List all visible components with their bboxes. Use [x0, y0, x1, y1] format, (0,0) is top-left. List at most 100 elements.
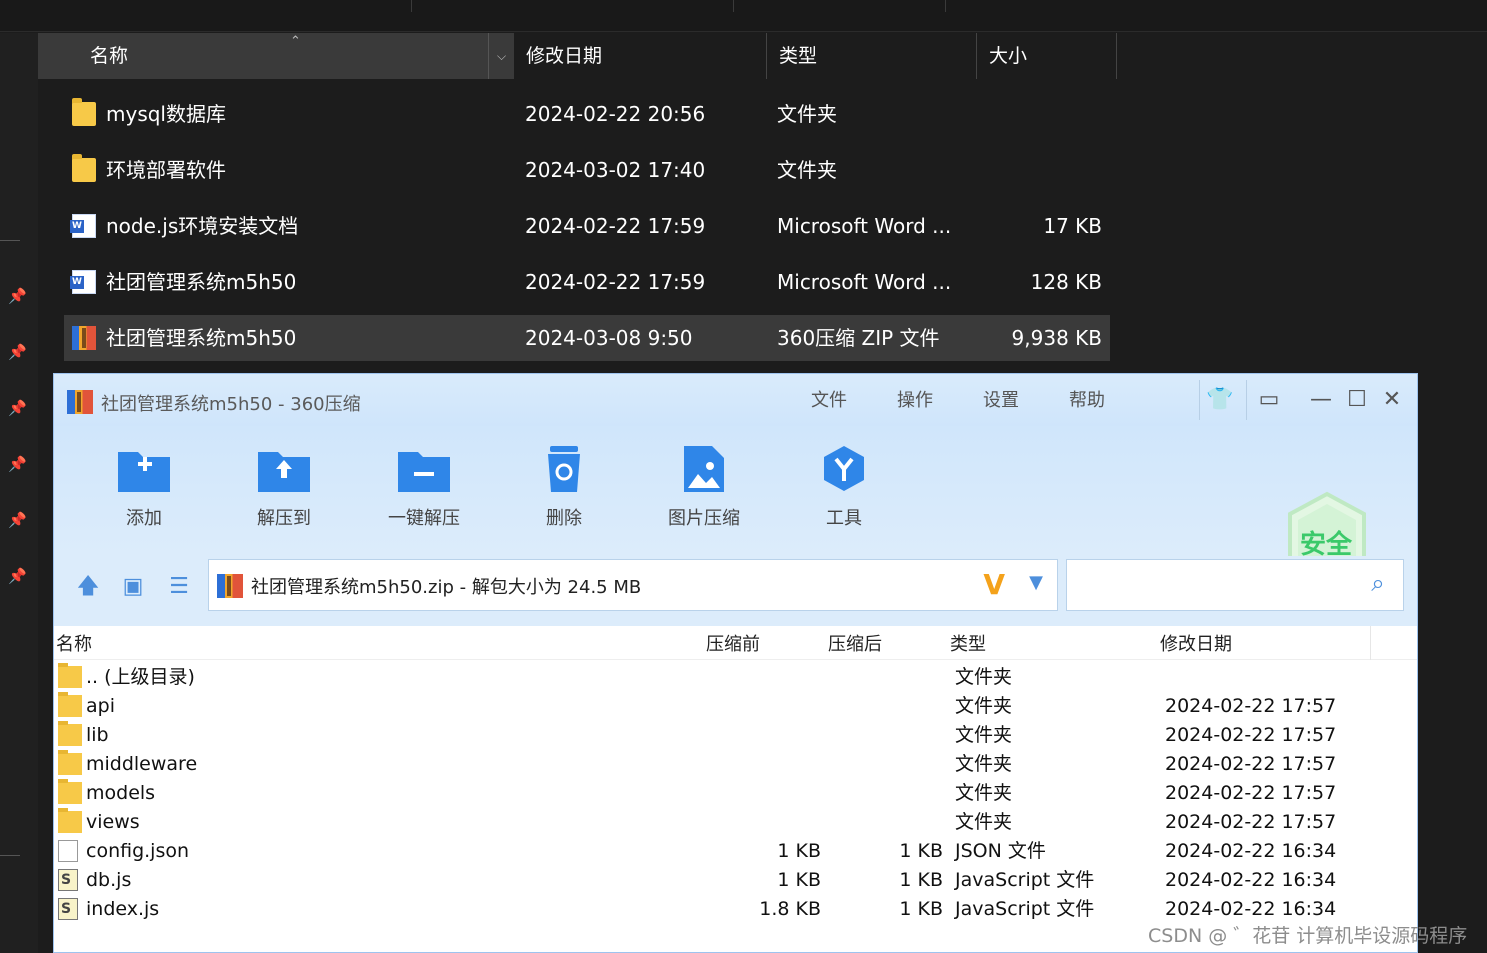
- file-type: 360压缩 ZIP 文件: [777, 326, 940, 350]
- tools-icon: [816, 444, 872, 494]
- column-label: 修改日期: [526, 45, 603, 67]
- archive-entry-row[interactable]: .. (上级目录) 文件夹: [54, 663, 1417, 692]
- tool-label: 一键解压: [388, 508, 460, 529]
- divider: [733, 0, 734, 12]
- tool-label: 工具: [826, 508, 862, 529]
- file-name: mysql数据库: [106, 102, 226, 126]
- title-bar[interactable]: 社团管理系统m5h50 - 360压缩 文件 操作 设置 帮助 👕 ▭ — ☐ …: [54, 374, 1417, 426]
- file-row[interactable]: W 社团管理系统m5h50 2024-02-22 17:59 Microsoft…: [64, 259, 1110, 305]
- archive-entry-row[interactable]: views 文件夹 2024-02-22 17:57: [54, 808, 1417, 837]
- column-header-compressed-size[interactable]: 压缩后: [828, 630, 882, 656]
- column-header-size[interactable]: 大小: [977, 33, 1117, 79]
- entry-compressed-size: 1 KB: [899, 898, 943, 920]
- tools-button[interactable]: 工具: [789, 444, 899, 530]
- archive-entry-row[interactable]: lib 文件夹 2024-02-22 17:57: [54, 721, 1417, 750]
- file-type: 文件夹: [777, 102, 837, 126]
- column-label: 名称: [90, 45, 129, 67]
- extract-to-button[interactable]: 解压到: [229, 444, 339, 530]
- file-modified: 2024-02-22 20:56: [525, 102, 706, 126]
- folder-icon: [58, 779, 82, 804]
- entry-type: 文件夹: [955, 753, 1013, 775]
- thumbnail-view-icon[interactable]: ▣: [118, 572, 148, 602]
- archive-entry-row[interactable]: models 文件夹 2024-02-22 17:57: [54, 779, 1417, 808]
- column-header-original-size[interactable]: 压缩前: [706, 630, 760, 656]
- minimize-button[interactable]: —: [1307, 386, 1335, 414]
- feedback-icon[interactable]: ▭: [1255, 386, 1283, 414]
- file-type: Microsoft Word ...: [777, 214, 952, 238]
- file-row[interactable]: 环境部署软件 2024-03-02 17:40 文件夹: [64, 147, 1110, 193]
- column-label: 类型: [779, 45, 818, 67]
- column-header-modified[interactable]: 修改日期: [1160, 630, 1232, 656]
- file-row[interactable]: W node.js环境安装文档 2024-02-22 17:59 Microso…: [64, 203, 1110, 249]
- entry-name: views: [86, 811, 140, 833]
- address-bar[interactable]: 社团管理系统m5h50.zip - 解包大小为 24.5 MB V ▼: [208, 559, 1058, 611]
- file-name: 社团管理系统m5h50: [106, 270, 297, 294]
- file-modified: 2024-02-22 17:59: [525, 270, 706, 294]
- entry-compressed-size: 1 KB: [899, 840, 943, 862]
- js-file-icon: S: [58, 898, 78, 920]
- chevron-down-icon[interactable]: ▼: [1029, 572, 1043, 593]
- archive-entry-row[interactable]: config.json 1 KB 1 KB JSON 文件 2024-02-22…: [54, 837, 1417, 866]
- pin-icon[interactable]: 📌: [8, 455, 27, 473]
- file-size: 17 KB: [1043, 214, 1102, 238]
- menu-settings[interactable]: 设置: [983, 386, 1019, 412]
- file-name: node.js环境安装文档: [106, 214, 299, 238]
- file-modified: 2024-02-22 17:59: [525, 214, 706, 238]
- add-button[interactable]: 添加: [89, 444, 199, 530]
- entry-name: .. (上级目录): [86, 666, 195, 688]
- entry-modified: 2024-02-22 17:57: [1165, 695, 1337, 717]
- close-button[interactable]: ✕: [1378, 386, 1406, 414]
- up-arrow-icon[interactable]: 🡅: [73, 572, 103, 602]
- column-label: 大小: [989, 45, 1028, 67]
- search-icon[interactable]: ⌕: [1363, 568, 1393, 598]
- entry-type: JSON 文件: [955, 840, 1046, 862]
- divider: [411, 0, 412, 12]
- extract-to-icon: [256, 444, 312, 494]
- folder-icon: [58, 721, 82, 746]
- file-row-selected[interactable]: 社团管理系统m5h50 2024-03-08 9:50 360压缩 ZIP 文件…: [64, 315, 1110, 361]
- divider: [1246, 380, 1247, 420]
- pin-icon[interactable]: 📌: [8, 343, 27, 361]
- delete-button[interactable]: 删除: [509, 444, 619, 530]
- file-name: 环境部署软件: [106, 158, 226, 182]
- pin-icon[interactable]: 📌: [8, 511, 27, 529]
- folder-icon: [58, 808, 82, 833]
- divider: [0, 240, 20, 241]
- search-input[interactable]: ⌕: [1066, 559, 1404, 611]
- skin-icon[interactable]: 👕: [1206, 386, 1234, 414]
- zip-archive-icon: [217, 574, 243, 598]
- folder-icon: [58, 692, 82, 717]
- file-row[interactable]: mysql数据库 2024-02-22 20:56 文件夹: [64, 91, 1110, 137]
- archive-entry-row[interactable]: S db.js 1 KB 1 KB JavaScript 文件 2024-02-…: [54, 866, 1417, 895]
- menu-help[interactable]: 帮助: [1069, 386, 1105, 412]
- pin-icon[interactable]: 📌: [8, 399, 27, 417]
- menu-operation[interactable]: 操作: [897, 386, 933, 412]
- column-header-name[interactable]: 名称 ⌃ ⌵: [38, 33, 514, 79]
- archive-entry-row[interactable]: S index.js 1.8 KB 1 KB JavaScript 文件 202…: [54, 895, 1417, 924]
- v-logo-icon[interactable]: V: [983, 568, 1005, 601]
- file-modified: 2024-03-02 17:40: [525, 158, 706, 182]
- one-click-extract-button[interactable]: 一键解压: [369, 444, 479, 530]
- list-view-icon[interactable]: ☰: [164, 572, 194, 602]
- archive-entry-row[interactable]: api 文件夹 2024-02-22 17:57: [54, 692, 1417, 721]
- entry-type: 文件夹: [955, 695, 1013, 717]
- image-compress-button[interactable]: 图片压缩: [649, 444, 759, 530]
- pin-icon[interactable]: 📌: [8, 287, 27, 305]
- maximize-button[interactable]: ☐: [1343, 386, 1371, 414]
- entry-modified: 2024-02-22 17:57: [1165, 782, 1337, 804]
- column-header-type[interactable]: 类型: [950, 630, 986, 656]
- file-type: Microsoft Word ...: [777, 270, 952, 294]
- column-header-type[interactable]: 类型: [767, 33, 977, 79]
- address-text: 社团管理系统m5h50.zip - 解包大小为 24.5 MB: [251, 577, 642, 598]
- column-header-modified[interactable]: 修改日期: [514, 33, 767, 79]
- archive-entry-row[interactable]: middleware 文件夹 2024-02-22 17:57: [54, 750, 1417, 779]
- column-header-name[interactable]: 名称: [56, 630, 92, 656]
- menu-file[interactable]: 文件: [811, 386, 847, 412]
- entry-name: models: [86, 782, 156, 804]
- entry-original-size: 1.8 KB: [759, 898, 821, 920]
- file-modified: 2024-03-08 9:50: [525, 326, 693, 350]
- address-row: 🡅 ▣ ☰ 社团管理系统m5h50.zip - 解包大小为 24.5 MB V …: [54, 556, 1417, 626]
- chevron-down-icon[interactable]: ⌵: [488, 33, 514, 79]
- pin-icon[interactable]: 📌: [8, 567, 27, 585]
- file-name: 社团管理系统m5h50: [106, 326, 297, 350]
